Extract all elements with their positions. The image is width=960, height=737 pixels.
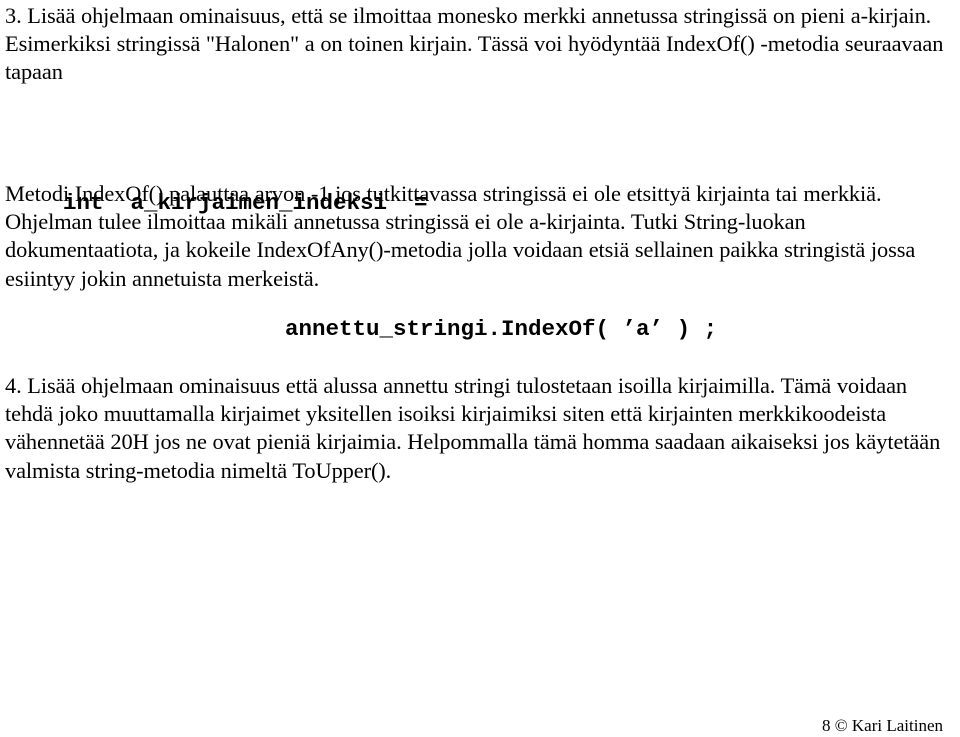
footer-text: 8 © Kari Laitinen (821, 716, 943, 735)
page-footer: 8 © Kari Laitinen (5, 716, 951, 736)
document-page: 3. Lisää ohjelmaan ominaisuus, että se i… (0, 0, 960, 737)
exercise-4-paragraph: 4. Lisää ohjelmaan ominaisuus että aluss… (5, 373, 941, 483)
indexof-explanation-paragraph: Metodi IndexOf() palauttaa arvon -1 jos … (5, 181, 916, 291)
exercise-3-paragraph: 3. Lisää ohjelmaan ominaisuus, että se i… (5, 3, 944, 85)
code-line-indexof-call: annettu_stringi.IndexOf( ’a’ ) ; (285, 316, 718, 342)
